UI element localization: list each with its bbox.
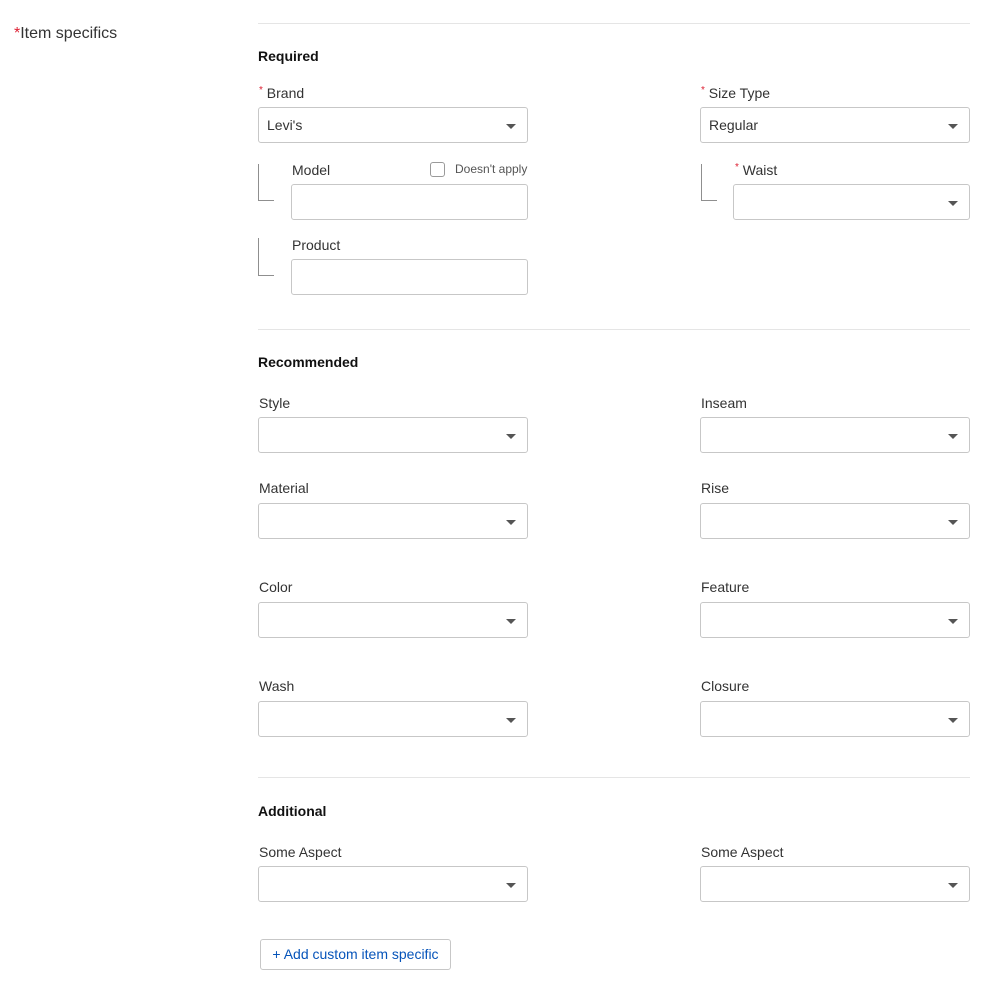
divider-top <box>258 23 970 24</box>
caret-down-icon <box>506 124 516 129</box>
recommended-heading: Recommended <box>258 354 359 370</box>
caret-down-icon <box>948 883 958 888</box>
caret-down-icon <box>506 619 516 624</box>
caret-down-icon <box>948 718 958 723</box>
product-label: Product <box>292 237 341 253</box>
inseam-select[interactable] <box>700 417 970 453</box>
size-type-label-text: Size Type <box>708 85 771 101</box>
size-type-required-mark: * <box>701 85 705 96</box>
aspect-left-label: Some Aspect <box>259 844 342 860</box>
material-label: Material <box>259 480 309 496</box>
caret-down-icon <box>948 619 958 624</box>
additional-heading: Additional <box>258 803 327 819</box>
model-label: Model <box>292 162 331 178</box>
caret-down-icon <box>506 434 516 439</box>
caret-down-icon <box>948 520 958 525</box>
section-title: *Item specifics <box>14 25 117 43</box>
add-custom-item-specific-button[interactable]: + Add custom item specific <box>260 939 451 970</box>
feature-label: Feature <box>701 579 750 595</box>
model-input[interactable] <box>291 184 528 220</box>
connector-bracket-icon <box>258 238 274 276</box>
aspect-right-label: Some Aspect <box>701 844 784 860</box>
waist-select[interactable] <box>733 184 970 220</box>
brand-label: * Brand <box>259 85 304 101</box>
waist-required-mark: * <box>735 162 739 173</box>
closure-label: Closure <box>701 678 750 694</box>
waist-label-text: Waist <box>742 162 778 178</box>
caret-down-icon <box>506 520 516 525</box>
size-type-value: Regular <box>709 117 759 133</box>
caret-down-icon <box>948 434 958 439</box>
wash-select[interactable] <box>258 701 528 737</box>
connector-bracket-icon <box>701 164 717 201</box>
brand-required-mark: * <box>259 85 263 96</box>
caret-down-icon <box>948 124 958 129</box>
rise-select[interactable] <box>700 503 970 539</box>
product-input[interactable] <box>291 259 528 295</box>
connector-bracket-icon <box>258 164 274 201</box>
caret-down-icon <box>506 883 516 888</box>
divider-additional <box>258 777 970 778</box>
inseam-label: Inseam <box>701 395 747 411</box>
size-type-select[interactable]: Regular <box>700 107 970 143</box>
material-select[interactable] <box>258 503 528 539</box>
feature-select[interactable] <box>700 602 970 638</box>
aspect-right-select[interactable] <box>700 866 970 902</box>
doesnt-apply-checkbox[interactable] <box>430 162 445 177</box>
brand-select[interactable]: Levi's <box>258 107 528 143</box>
waist-label: * Waist <box>735 162 777 178</box>
caret-down-icon <box>506 718 516 723</box>
style-select[interactable] <box>258 417 528 453</box>
section-title-text: Item specifics <box>20 25 118 42</box>
aspect-left-select[interactable] <box>258 866 528 902</box>
closure-select[interactable] <box>700 701 970 737</box>
color-label: Color <box>259 579 293 595</box>
divider-recommended <box>258 329 970 330</box>
doesnt-apply-label[interactable]: Doesn't apply <box>455 162 527 176</box>
required-heading: Required <box>258 48 319 64</box>
color-select[interactable] <box>258 602 528 638</box>
rise-label: Rise <box>701 480 730 496</box>
brand-label-text: Brand <box>266 85 305 101</box>
brand-value: Levi's <box>267 117 303 133</box>
style-label: Style <box>259 395 291 411</box>
size-type-label: * Size Type <box>701 85 770 101</box>
wash-label: Wash <box>259 678 295 694</box>
caret-down-icon <box>948 201 958 206</box>
